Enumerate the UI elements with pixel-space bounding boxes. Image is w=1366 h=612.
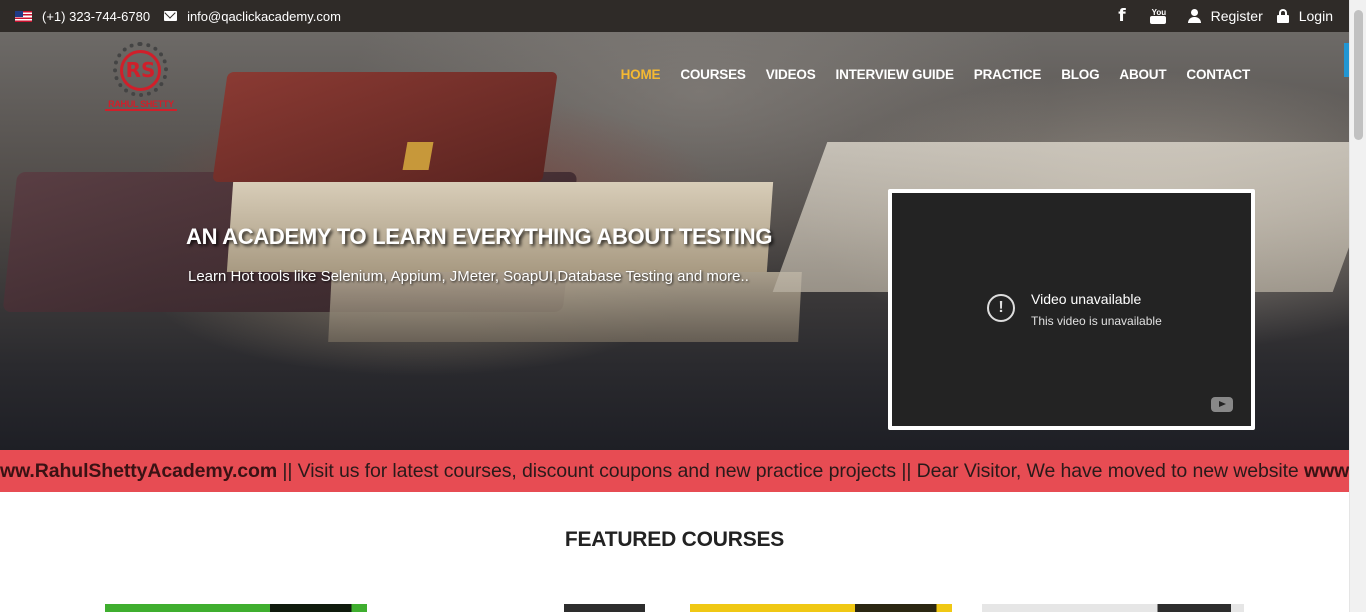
lock-icon (1276, 9, 1289, 23)
hero-banner: RS RAHUL SHETTY HOME COURSES VIDEOS INTE… (0, 32, 1349, 450)
nav-home[interactable]: HOME (621, 67, 661, 82)
video-unavailable-subtitle: This video is unavailable (1031, 314, 1162, 328)
course-card-thumbnail[interactable] (690, 604, 952, 612)
nav-courses[interactable]: COURSES (680, 67, 746, 82)
site-logo[interactable]: RS RAHUL SHETTY (105, 42, 177, 112)
page-scrollbar[interactable] (1349, 0, 1366, 612)
nav-practice[interactable]: PRACTICE (974, 67, 1042, 82)
video-player[interactable]: ! Video unavailable This video is unavai… (888, 189, 1255, 430)
featured-courses-heading: FEATURED COURSES (564, 528, 785, 551)
nav-videos[interactable]: VIDEOS (766, 67, 816, 82)
course-card-thumbnail[interactable] (564, 604, 645, 612)
course-card-thumbnail[interactable] (105, 604, 367, 612)
nav-interview-guide[interactable]: INTERVIEW GUIDE (836, 67, 954, 82)
phone-contact: (+1) 323-744-6780 (15, 9, 150, 24)
youtube-icon[interactable]: You (1149, 8, 1166, 24)
us-flag-icon (15, 10, 32, 22)
mail-icon (164, 11, 178, 21)
hero-headline: AN ACADEMY TO LEARN EVERYTHING ABOUT TES… (186, 224, 773, 249)
register-link[interactable]: Register (1211, 8, 1263, 24)
video-unavailable-title: Video unavailable (1031, 291, 1142, 307)
nav-about[interactable]: ABOUT (1119, 67, 1166, 82)
ticker-site-link[interactable]: ww.RahulShettyAcademy.com (0, 460, 277, 482)
main-nav: HOME COURSES VIDEOS INTERVIEW GUIDE PRAC… (601, 67, 1251, 82)
ticker-text: ww.RahulShettyAcademy.com || Visit us fo… (0, 460, 1349, 483)
background-book-top (212, 72, 558, 182)
ticker-site-link-repeat[interactable]: www (1304, 460, 1349, 482)
top-bar: (+1) 323-744-6780 info@qaclickacademy.co… (0, 0, 1349, 32)
ticker-message: || Visit us for latest courses, discount… (277, 460, 1304, 482)
phone-number: (+1) 323-744-6780 (42, 8, 151, 24)
email-contact[interactable]: info@qaclickacademy.com (164, 9, 341, 24)
news-ticker[interactable]: ww.RahulShettyAcademy.com || Visit us fo… (0, 450, 1349, 492)
user-icon (1187, 9, 1201, 23)
course-card-thumbnail[interactable] (982, 604, 1244, 612)
nav-blog[interactable]: BLOG (1061, 67, 1099, 82)
scrollbar-thumb[interactable] (1354, 10, 1363, 140)
login-link[interactable]: Login (1299, 8, 1333, 24)
youtube-logo-icon[interactable] (1211, 397, 1233, 412)
email-address[interactable]: info@qaclickacademy.com (187, 9, 341, 24)
hero-subline: Learn Hot tools like Selenium, Appium, J… (188, 268, 749, 285)
logo-text: RAHUL SHETTY (105, 99, 177, 111)
background-bookmark (402, 142, 434, 170)
facebook-icon[interactable]: f (1118, 6, 1125, 26)
alert-icon: ! (987, 294, 1015, 322)
nav-contact[interactable]: CONTACT (1186, 67, 1250, 82)
logo-initials: RS (120, 50, 161, 91)
